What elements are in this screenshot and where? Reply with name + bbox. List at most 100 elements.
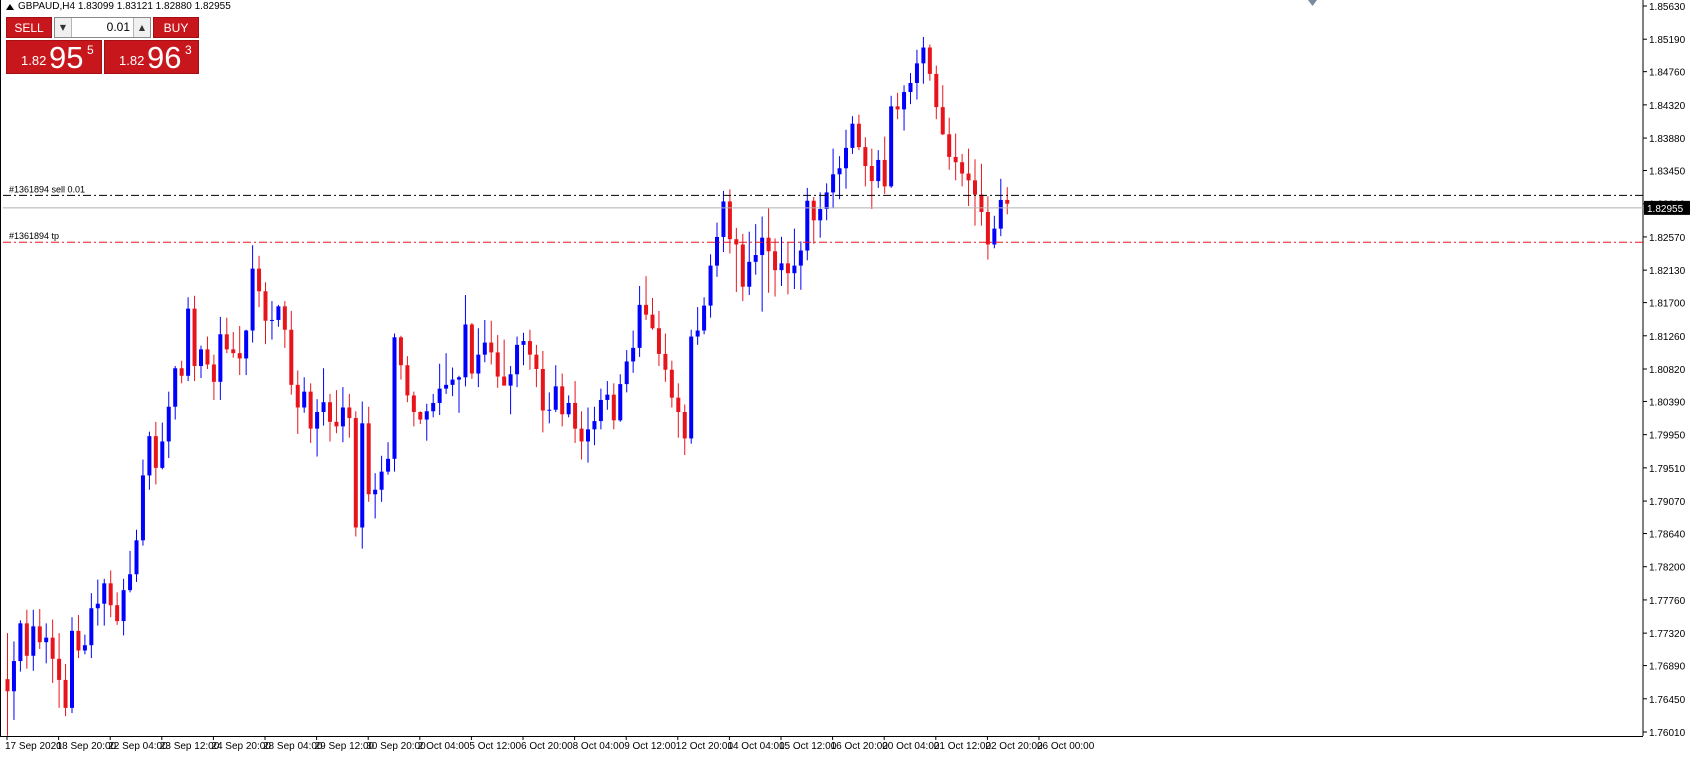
- candle-body: [927, 47, 932, 74]
- candle-body: [186, 308, 191, 376]
- candle-body: [102, 583, 107, 604]
- price-tick-label: 1.81700: [1649, 299, 1686, 310]
- buy-price-tile[interactable]: 1.82 96 3: [104, 40, 199, 75]
- candle-body: [676, 397, 681, 413]
- sell-button[interactable]: SELL: [6, 17, 52, 38]
- candle-body: [553, 386, 558, 410]
- symbol-info: GBPAUD,H4 1.83099 1.83121 1.82880 1.8295…: [6, 1, 231, 12]
- price-tick-label: 1.80820: [1649, 365, 1686, 376]
- buy-button[interactable]: BUY: [153, 17, 199, 38]
- candle-body: [785, 263, 790, 274]
- chart-window[interactable]: #1361894 sell 0.01 #1361894 tp 1.85630 1.8…: [0, 0, 1692, 760]
- candle-body: [424, 411, 429, 420]
- candle-body: [108, 583, 113, 606]
- candle-body: [469, 324, 474, 374]
- candle-body: [586, 429, 590, 442]
- candle-body: [199, 349, 203, 366]
- candle-body: [218, 334, 223, 382]
- candle-body: [373, 489, 378, 495]
- candle-body: [173, 368, 178, 407]
- candle-body: [766, 237, 771, 252]
- candle-body: [192, 308, 197, 366]
- price-tick-label: 1.83450: [1649, 167, 1686, 178]
- candle-body: [611, 394, 616, 421]
- candle-body: [437, 388, 442, 403]
- chart-background: [0, 0, 1692, 760]
- candle-body: [869, 165, 874, 182]
- candle-body: [753, 255, 758, 262]
- candle-body: [31, 626, 36, 656]
- candle-body: [831, 174, 836, 193]
- price-chart[interactable]: #1361894 sell 0.01 #1361894 tp 1.85630 1.8…: [0, 0, 1692, 760]
- candle-body: [347, 407, 352, 419]
- lot-increase-icon[interactable]: ▲: [133, 18, 150, 37]
- candle-body: [844, 147, 848, 169]
- time-tick-label: 8 Oct 04:00: [573, 741, 625, 752]
- candle-body: [257, 268, 262, 292]
- sell-price-tile[interactable]: 1.82 95 5: [6, 40, 102, 75]
- candle-body: [5, 679, 10, 692]
- candle-body: [689, 336, 694, 439]
- candle-body: [379, 471, 384, 490]
- candle-body: [534, 354, 539, 369]
- candle-body: [856, 123, 861, 148]
- price-tick-label: 1.79510: [1649, 464, 1686, 475]
- candle-body: [592, 421, 597, 430]
- candle-body: [644, 304, 649, 315]
- candle-body: [50, 637, 55, 659]
- time-tick-label: 22 Oct 20:00: [985, 741, 1043, 752]
- candle-body: [457, 377, 461, 380]
- price-tick-label: 1.82570: [1649, 233, 1686, 244]
- candle-body: [773, 251, 778, 271]
- lot-decrease-icon[interactable]: ▼: [55, 18, 72, 37]
- candle-body: [366, 423, 371, 495]
- candle-body: [418, 412, 423, 420]
- lot-size-field[interactable]: ▼ ▲: [54, 17, 151, 38]
- candle-body: [398, 337, 403, 366]
- candle-body: [521, 341, 526, 345]
- candle-body: [134, 540, 139, 575]
- candle-body: [618, 384, 623, 421]
- candle-body: [44, 637, 49, 643]
- candle: [186, 297, 191, 382]
- candle-body: [321, 402, 326, 413]
- price-tick-label: 1.81260: [1649, 332, 1686, 343]
- candle-body: [302, 391, 307, 408]
- candle-body: [921, 47, 926, 64]
- candle-body: [650, 314, 655, 329]
- collapse-panel-icon[interactable]: [6, 3, 14, 10]
- candle-body: [160, 441, 165, 468]
- lot-size-input[interactable]: [72, 20, 130, 34]
- sell-price-pips: 95: [49, 40, 84, 75]
- time-tick-label: 6 Oct 20:00: [521, 741, 573, 752]
- time-tick-label: 20 Oct 04:00: [882, 741, 940, 752]
- candle-body: [263, 291, 268, 321]
- candle-body: [598, 399, 603, 422]
- candle-body: [779, 263, 784, 271]
- candle-body: [850, 123, 855, 148]
- candle-body: [1005, 199, 1010, 204]
- candle-body: [566, 402, 571, 415]
- candle-body: [824, 192, 829, 210]
- time-tick-label: 9 Oct 12:00: [624, 741, 676, 752]
- time-tick-label: 12 Oct 20:00: [676, 741, 734, 752]
- candle-body: [960, 162, 965, 174]
- candle: [392, 333, 397, 472]
- candle-body: [863, 147, 868, 166]
- candle-body: [637, 304, 642, 348]
- candle: [689, 329, 694, 444]
- candle-body: [663, 353, 668, 370]
- candle-body: [495, 352, 500, 377]
- price-tick-label: 1.84320: [1649, 101, 1686, 112]
- candle-body: [76, 630, 81, 651]
- candle-body: [527, 341, 532, 355]
- order-line-label: #1361894 sell 0.01: [9, 184, 85, 194]
- candle-body: [334, 421, 339, 427]
- candle-body: [605, 394, 610, 400]
- candle-body: [998, 199, 1003, 229]
- candle-body: [153, 436, 158, 468]
- candle-body: [476, 354, 481, 374]
- candle-body: [721, 201, 726, 237]
- symbol-info-text: GBPAUD,H4 1.83099 1.83121 1.82880 1.8295…: [18, 1, 231, 12]
- candle-body: [895, 106, 900, 110]
